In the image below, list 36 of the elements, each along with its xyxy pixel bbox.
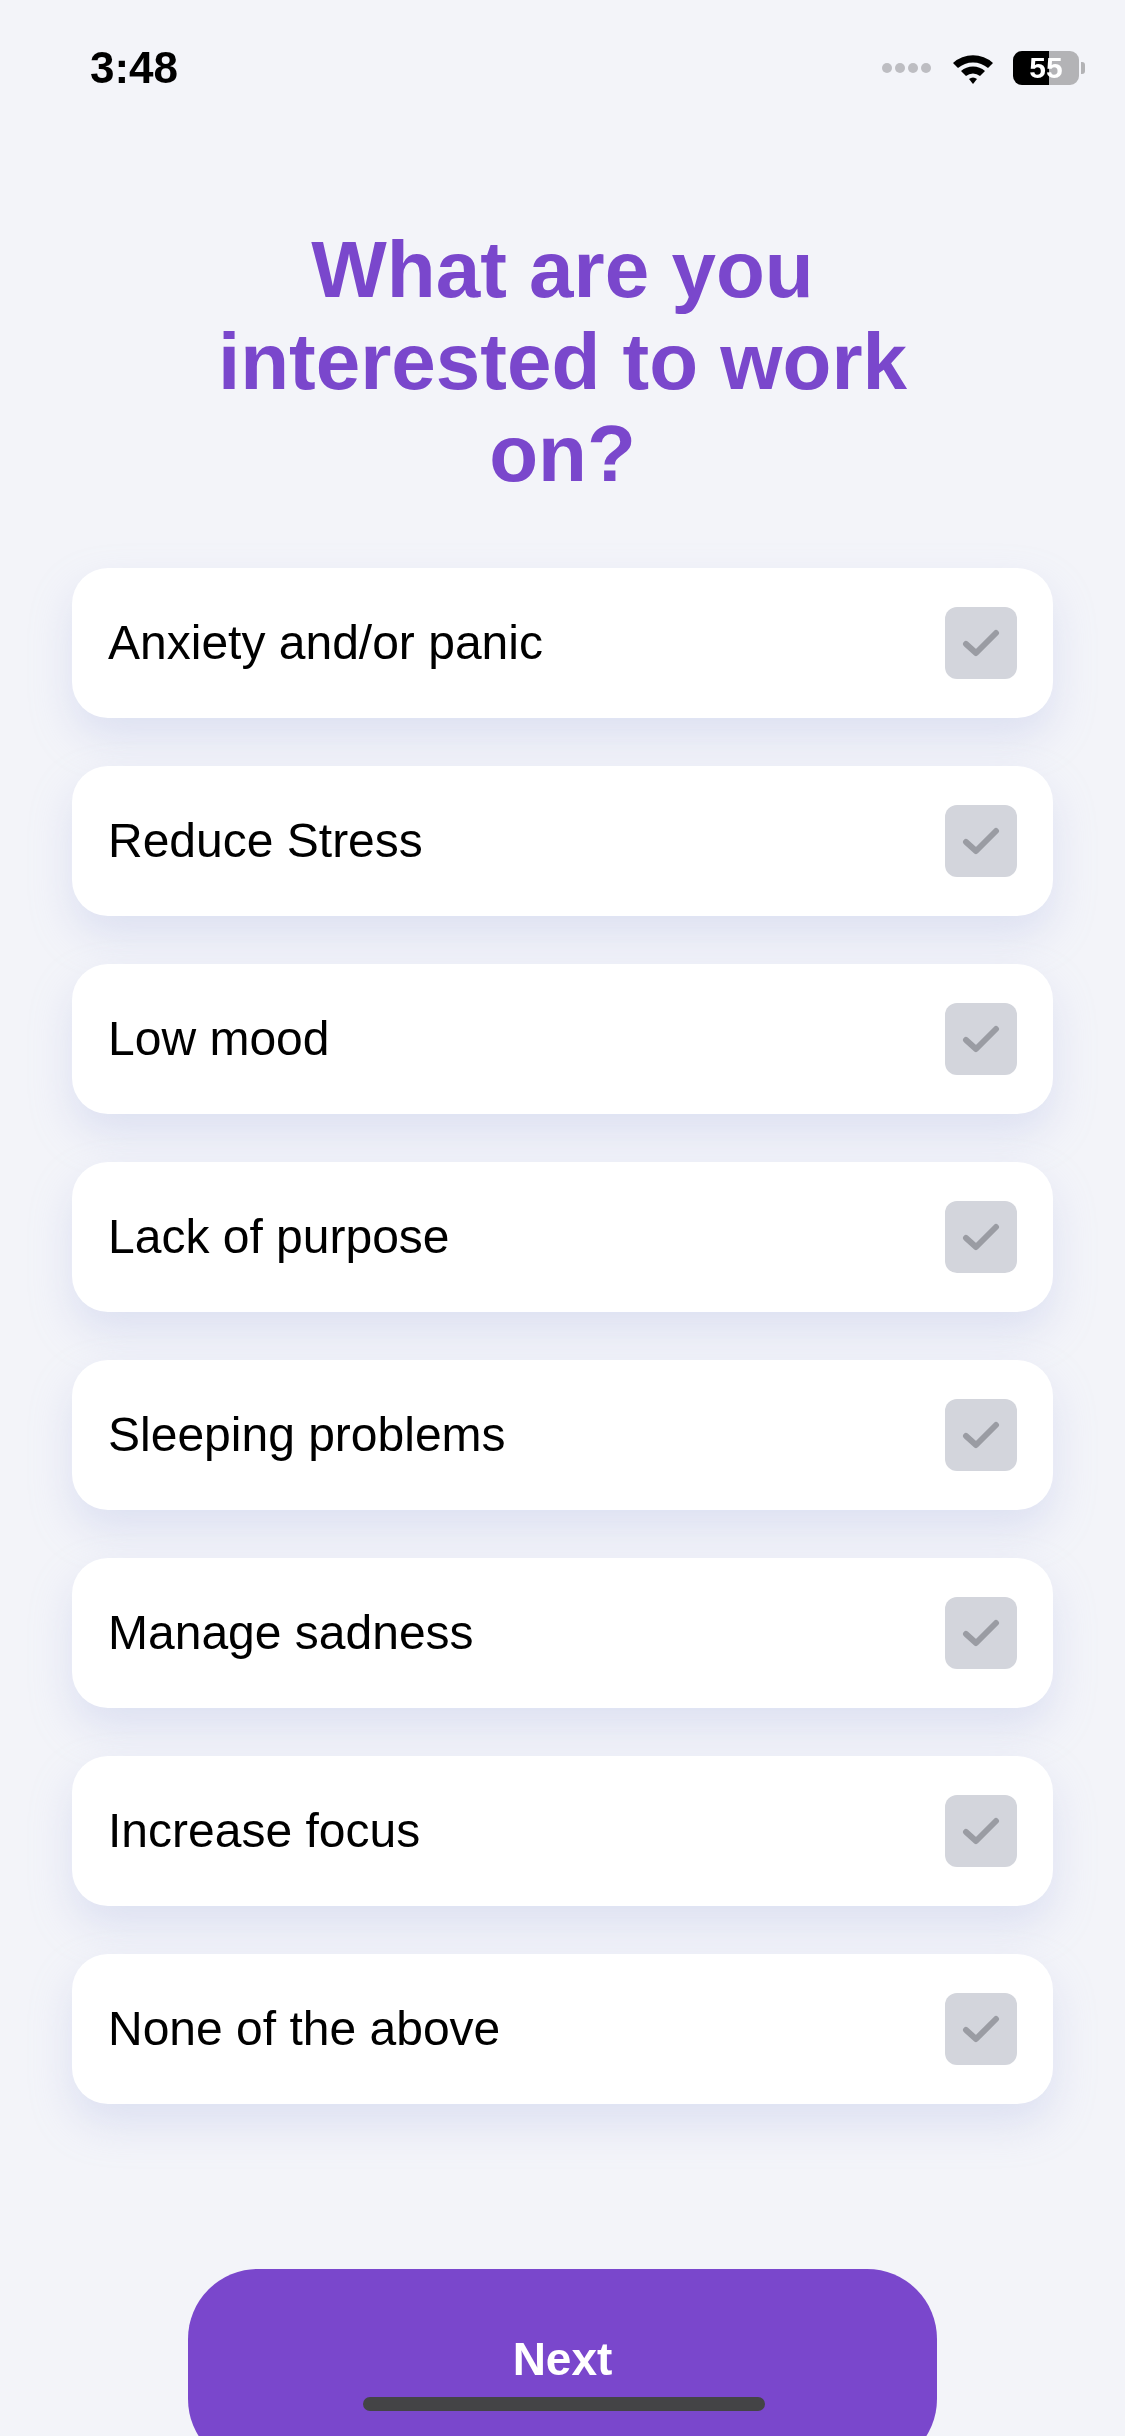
checkbox[interactable] [945, 1399, 1017, 1471]
status-time: 3:48 [90, 42, 179, 94]
page-title: What are you interested to work on? [217, 224, 908, 500]
signal-icon [881, 61, 933, 75]
option-card[interactable]: Lack of purpose [72, 1162, 1053, 1312]
checkbox[interactable] [945, 1003, 1017, 1075]
option-card[interactable]: Sleeping problems [72, 1360, 1053, 1510]
check-icon [962, 1816, 1000, 1846]
option-label: Lack of purpose [108, 1209, 450, 1265]
check-icon [962, 1420, 1000, 1450]
option-card[interactable]: Anxiety and/or panic [72, 568, 1053, 718]
option-label: Manage sadness [108, 1605, 474, 1661]
checkbox[interactable] [945, 1993, 1017, 2065]
option-card[interactable]: Manage sadness [72, 1558, 1053, 1708]
option-label: Low mood [108, 1011, 330, 1067]
check-icon [962, 1618, 1000, 1648]
check-icon [962, 1222, 1000, 1252]
checkbox[interactable] [945, 1795, 1017, 1867]
option-card[interactable]: None of the above [72, 1954, 1053, 2104]
option-label: Reduce Stress [108, 813, 423, 869]
option-label: Increase focus [108, 1803, 421, 1859]
option-card[interactable]: Increase focus [72, 1756, 1053, 1906]
checkbox[interactable] [945, 1201, 1017, 1273]
check-icon [962, 628, 1000, 658]
checkbox[interactable] [945, 1597, 1017, 1669]
option-label: Anxiety and/or panic [108, 615, 543, 671]
checkbox[interactable] [945, 805, 1017, 877]
check-icon [962, 2014, 1000, 2044]
option-card[interactable]: Reduce Stress [72, 766, 1053, 916]
option-label: Sleeping problems [108, 1407, 506, 1463]
check-icon [962, 1024, 1000, 1054]
option-label: None of the above [108, 2001, 501, 2057]
check-icon [962, 826, 1000, 856]
option-card[interactable]: Low mood [72, 964, 1053, 1114]
checkbox[interactable] [945, 607, 1017, 679]
next-button[interactable]: Next [188, 2269, 937, 2436]
